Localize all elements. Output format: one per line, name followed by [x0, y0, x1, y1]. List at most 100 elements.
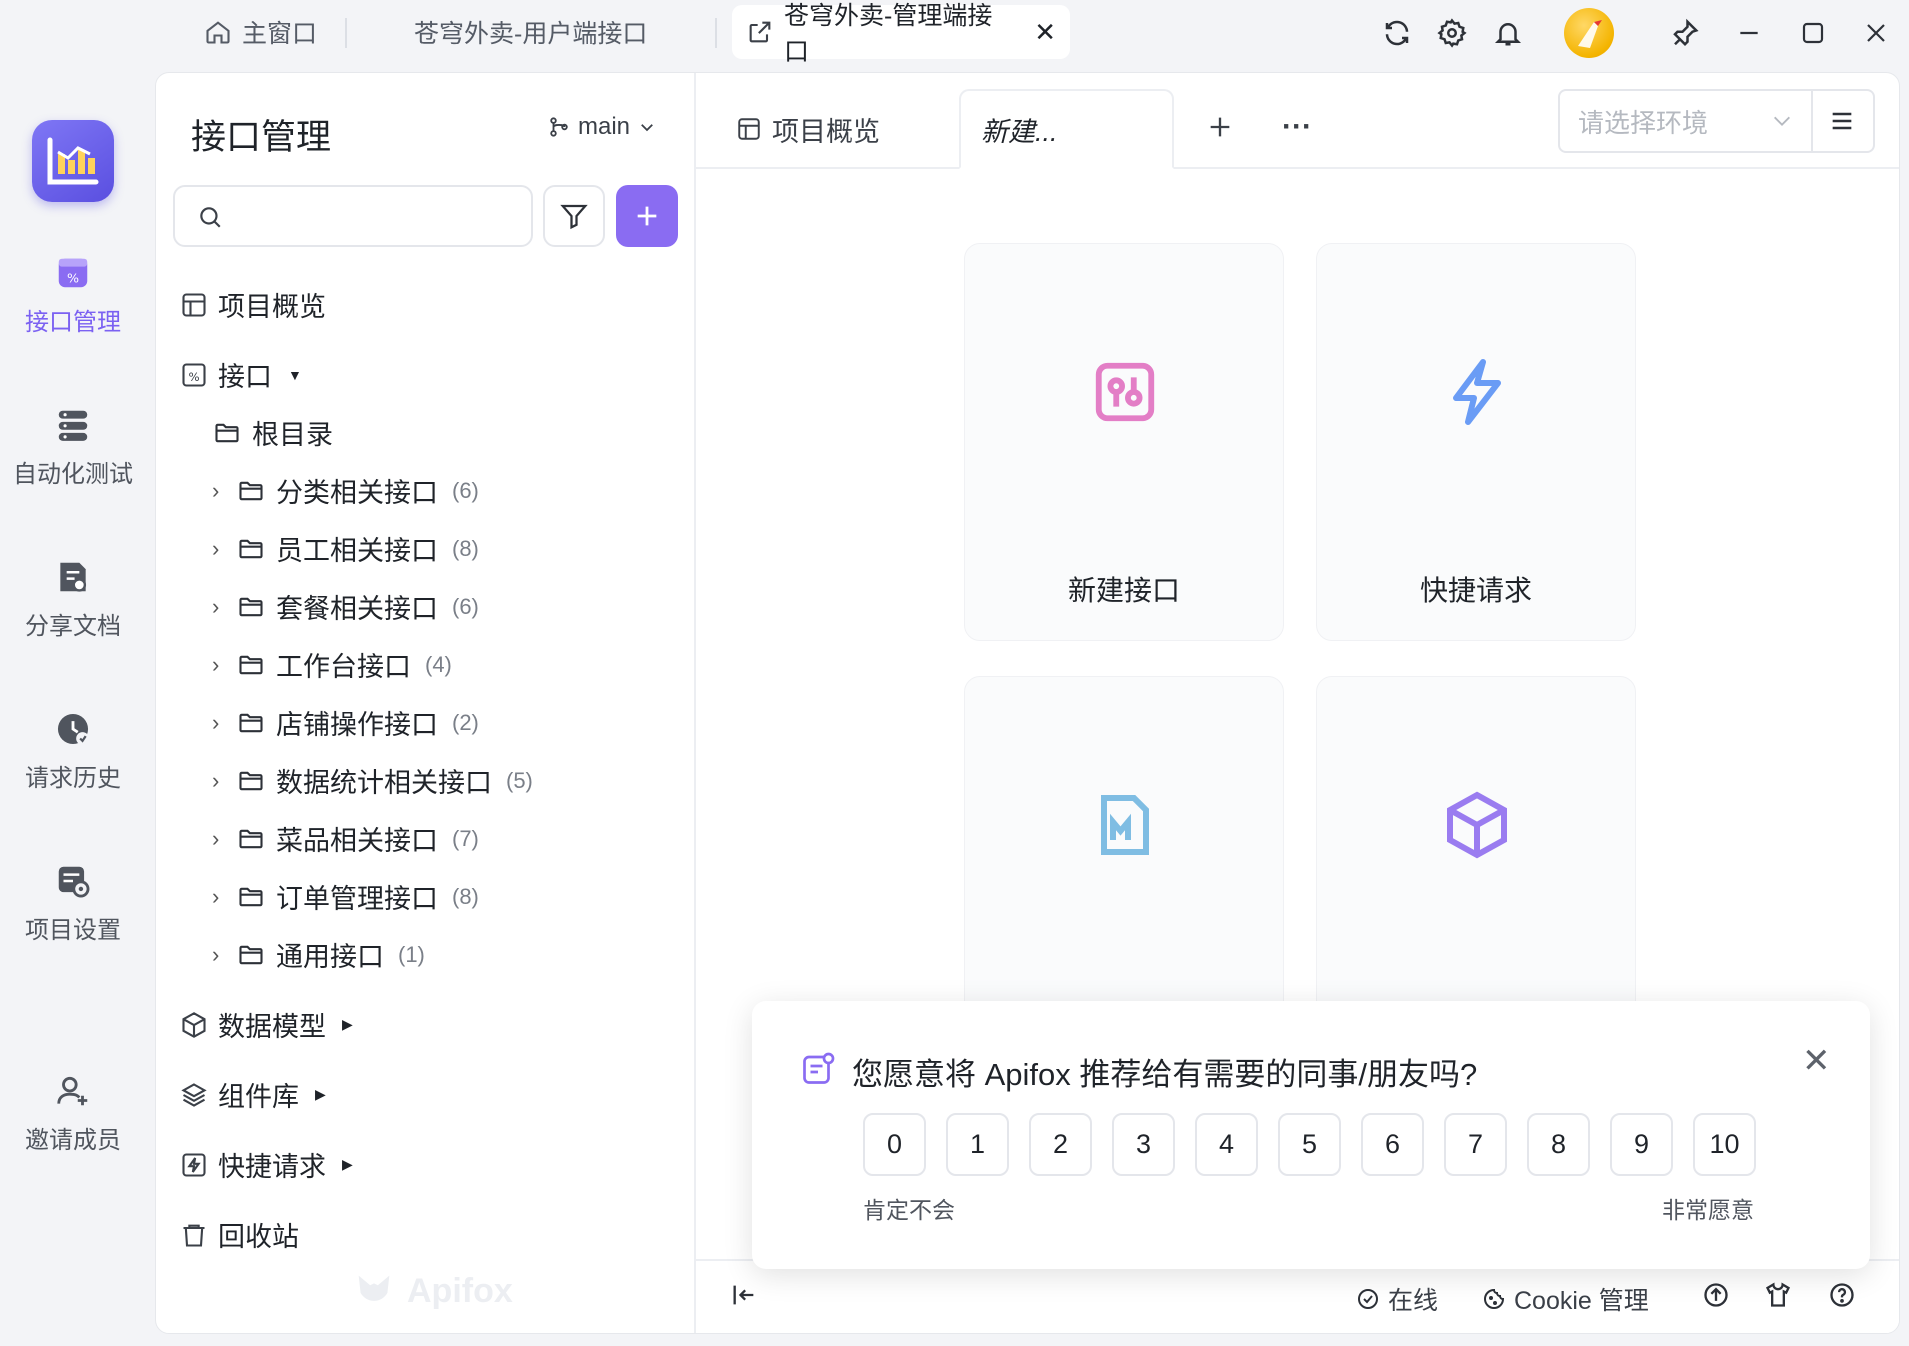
tab-main-window[interactable]: 主窗口 [190, 5, 331, 59]
tab-label: 苍穹外卖-管理端接口 [784, 2, 993, 66]
tree-folder[interactable]: › 员工相关接口 (8) [212, 529, 479, 568]
caret-down-icon[interactable]: ▼ [288, 367, 302, 383]
chevron-right-icon[interactable]: › [212, 652, 226, 678]
quick-request-card[interactable]: 快捷请求 [1316, 243, 1636, 641]
tree-item-quick-request[interactable]: 快捷请求 ▶ [180, 1145, 353, 1184]
tree-folder[interactable]: › 通用接口 (1) [212, 935, 425, 974]
folder-name: 通用接口 [276, 942, 384, 972]
tree-folder[interactable]: › 套餐相关接口 (6) [212, 587, 479, 626]
close-icon[interactable] [1857, 14, 1895, 52]
upload-icon[interactable] [1702, 1281, 1730, 1309]
chevron-right-icon[interactable]: › [212, 536, 226, 562]
score-option[interactable]: 4 [1195, 1113, 1258, 1176]
tree-item-data-models[interactable]: 数据模型 ▶ [180, 1005, 353, 1044]
branch-selector[interactable]: main [548, 113, 656, 141]
caret-right-icon[interactable]: ▶ [342, 1016, 353, 1033]
score-option[interactable]: 7 [1444, 1113, 1507, 1176]
caret-right-icon[interactable]: ▶ [315, 1086, 326, 1103]
invite-user-icon [54, 1072, 92, 1110]
tree-folder[interactable]: › 订单管理接口 (8) [212, 877, 479, 916]
tab-project-overview[interactable]: 项目概览 [736, 89, 880, 169]
folder-icon [212, 419, 242, 447]
rail-item-invite-members[interactable]: 邀请成员 [0, 1072, 146, 1155]
folder-icon [236, 651, 266, 679]
tree-item-recycle-bin[interactable]: 回收站 [180, 1215, 299, 1254]
search-input[interactable] [235, 197, 520, 237]
survey-close-button[interactable]: ✕ [1802, 1041, 1831, 1081]
new-tab-button[interactable] [1206, 97, 1234, 157]
chevron-right-icon[interactable]: › [212, 884, 226, 910]
layers-icon [180, 1081, 208, 1109]
api-icon: % [180, 361, 208, 389]
online-status[interactable]: 在线 [1356, 1281, 1438, 1317]
collapse-sidebar-button[interactable] [730, 1281, 758, 1309]
score-option[interactable]: 0 [863, 1113, 926, 1176]
folder-icon [236, 477, 266, 505]
plus-icon [633, 202, 661, 230]
folder-count: (5) [506, 767, 533, 793]
caret-right-icon[interactable]: ▶ [342, 1156, 353, 1173]
rail-item-share-docs[interactable]: 分享文档 [0, 558, 146, 641]
tab-admin-api[interactable]: 苍穹外卖-管理端接口 ✕ [732, 2, 1070, 66]
score-option[interactable]: 10 [1693, 1113, 1756, 1176]
chevron-down-icon [1771, 110, 1793, 132]
gear-icon[interactable] [1433, 14, 1471, 52]
chevron-right-icon[interactable]: › [212, 594, 226, 620]
card-label: 新建接口 [1067, 575, 1180, 606]
score-option[interactable]: 5 [1278, 1113, 1341, 1176]
folder-name: 套餐相关接口 [276, 594, 438, 624]
score-option[interactable]: 1 [946, 1113, 1009, 1176]
tree-item-label: 快捷请求 [218, 1152, 326, 1182]
tree-folder[interactable]: › 分类相关接口 (6) [212, 471, 479, 510]
tree-item-component-library[interactable]: 组件库 ▶ [180, 1075, 326, 1114]
score-option[interactable]: 9 [1610, 1113, 1673, 1176]
chevron-right-icon[interactable]: › [212, 710, 226, 736]
score-option[interactable]: 6 [1361, 1113, 1424, 1176]
tree-folder[interactable]: › 数据统计相关接口 (5) [212, 761, 533, 800]
chevron-right-icon[interactable]: › [212, 478, 226, 504]
score-option[interactable]: 2 [1029, 1113, 1092, 1176]
rail-item-project-settings[interactable]: 项目设置 [0, 862, 146, 945]
tree-folder[interactable]: › 工作台接口 (4) [212, 645, 452, 684]
help-icon[interactable] [1828, 1281, 1856, 1309]
tab-new[interactable]: 新建... [959, 89, 1174, 169]
tree-folder[interactable]: › 店铺操作接口 (2) [212, 703, 479, 742]
app-logo[interactable] [32, 120, 114, 202]
new-api-card[interactable]: 新建接口 [964, 243, 1284, 641]
chevron-right-icon[interactable]: › [212, 826, 226, 852]
survey-question: 您愿意将 Apifox 推荐给有需要的同事/朋友吗? [852, 1057, 1478, 1092]
refresh-icon[interactable] [1378, 14, 1416, 52]
environment-select[interactable]: 请选择环境 [1558, 89, 1813, 153]
tree-folder[interactable]: › 菜品相关接口 (7) [212, 819, 479, 858]
rail-item-request-history[interactable]: 请求历史 [0, 710, 146, 793]
filter-button[interactable] [543, 185, 605, 247]
add-button[interactable] [616, 185, 678, 247]
history-icon [54, 710, 92, 748]
score-option[interactable]: 8 [1527, 1113, 1590, 1176]
rail-item-automation-test[interactable]: 自动化测试 [0, 406, 146, 489]
folder-icon [236, 883, 266, 911]
tree-item-label: 项目概览 [218, 292, 326, 322]
tree-item-api-root[interactable]: % 接口 ▼ [180, 355, 302, 394]
nps-survey-popup: 您愿意将 Apifox 推荐给有需要的同事/朋友吗? ✕ 0 1 2 3 4 5… [752, 1001, 1870, 1269]
tree-item-label: 接口 [218, 362, 272, 392]
chevron-right-icon[interactable]: › [212, 942, 226, 968]
more-tabs-button[interactable]: ··· [1282, 97, 1312, 157]
tree-item-root-folder[interactable]: 根目录 [212, 413, 333, 452]
score-option[interactable]: 3 [1112, 1113, 1175, 1176]
avatar[interactable] [1564, 8, 1614, 58]
shirt-icon[interactable] [1764, 1281, 1792, 1309]
bell-icon[interactable] [1489, 14, 1527, 52]
svg-text:%: % [67, 271, 79, 286]
rail-item-api-management[interactable]: % 接口管理 [0, 254, 146, 337]
chevron-right-icon[interactable]: › [212, 768, 226, 794]
pin-icon[interactable] [1666, 14, 1704, 52]
menu-button[interactable] [1811, 89, 1875, 153]
tab-close-button[interactable]: ✕ [1034, 17, 1056, 48]
cookie-management[interactable]: Cookie 管理 [1482, 1281, 1649, 1317]
tab-user-api[interactable]: 苍穹外卖-用户端接口 [400, 5, 661, 59]
tree-item-project-overview[interactable]: 项目概览 [180, 285, 326, 324]
minimize-icon[interactable] [1730, 14, 1768, 52]
left-rail: % 接口管理 自动化测试 分享文档 请求历史 项目设置 邀请成员 [0, 66, 150, 1346]
maximize-icon[interactable] [1794, 14, 1832, 52]
